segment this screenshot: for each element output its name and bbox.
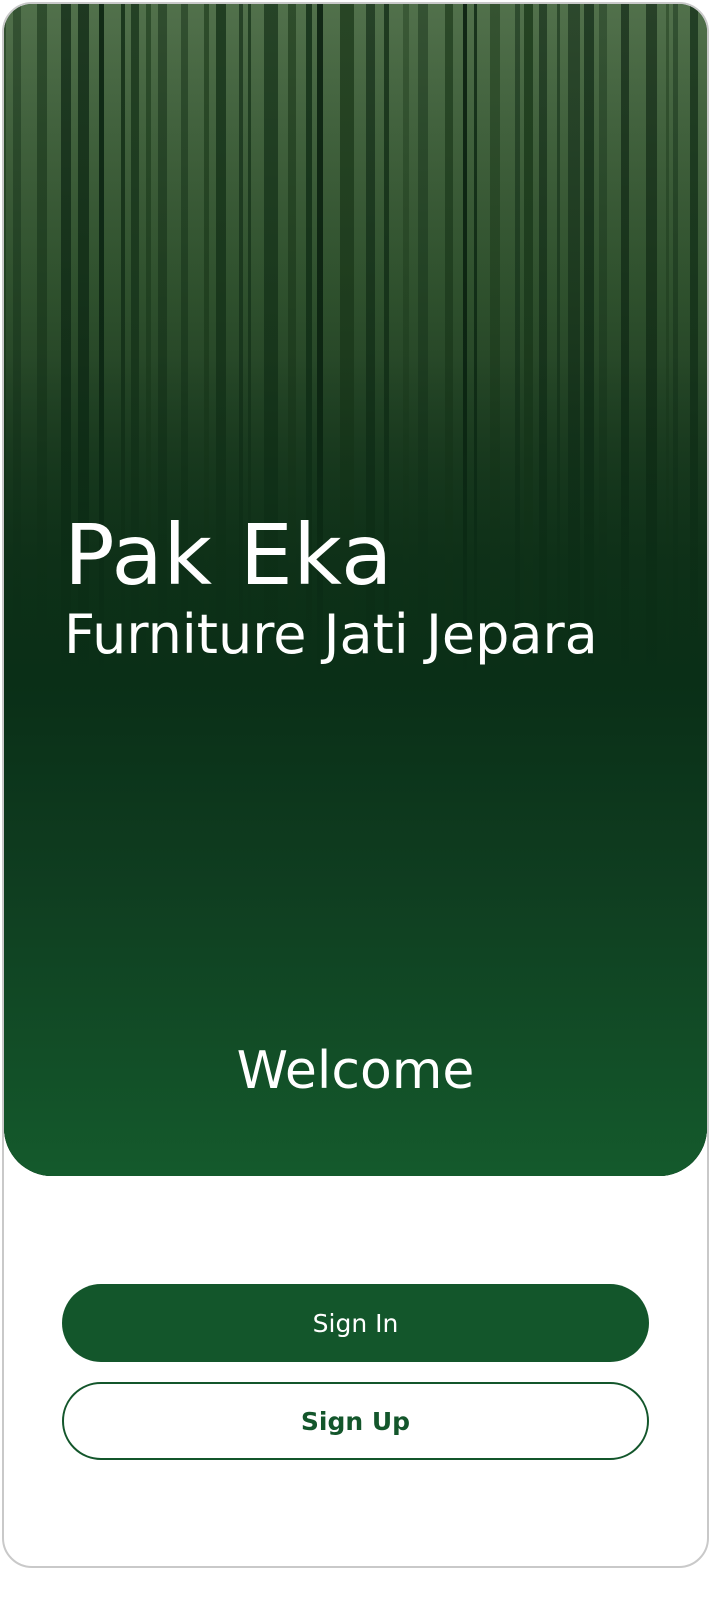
hero-banner: Pak Eka Furniture Jati Jepara Welcome: [4, 4, 707, 1176]
sign-up-button[interactable]: Sign Up: [62, 1382, 649, 1460]
phone-screen: Pak Eka Furniture Jati Jepara Welcome Si…: [2, 2, 709, 1568]
welcome-heading: Welcome: [236, 1041, 475, 1101]
brand-title-block: Pak Eka Furniture Jati Jepara: [64, 509, 598, 667]
sign-in-button[interactable]: Sign In: [62, 1284, 649, 1362]
brand-subtitle: Furniture Jati Jepara: [64, 603, 598, 666]
brand-name: Pak Eka: [64, 506, 393, 604]
